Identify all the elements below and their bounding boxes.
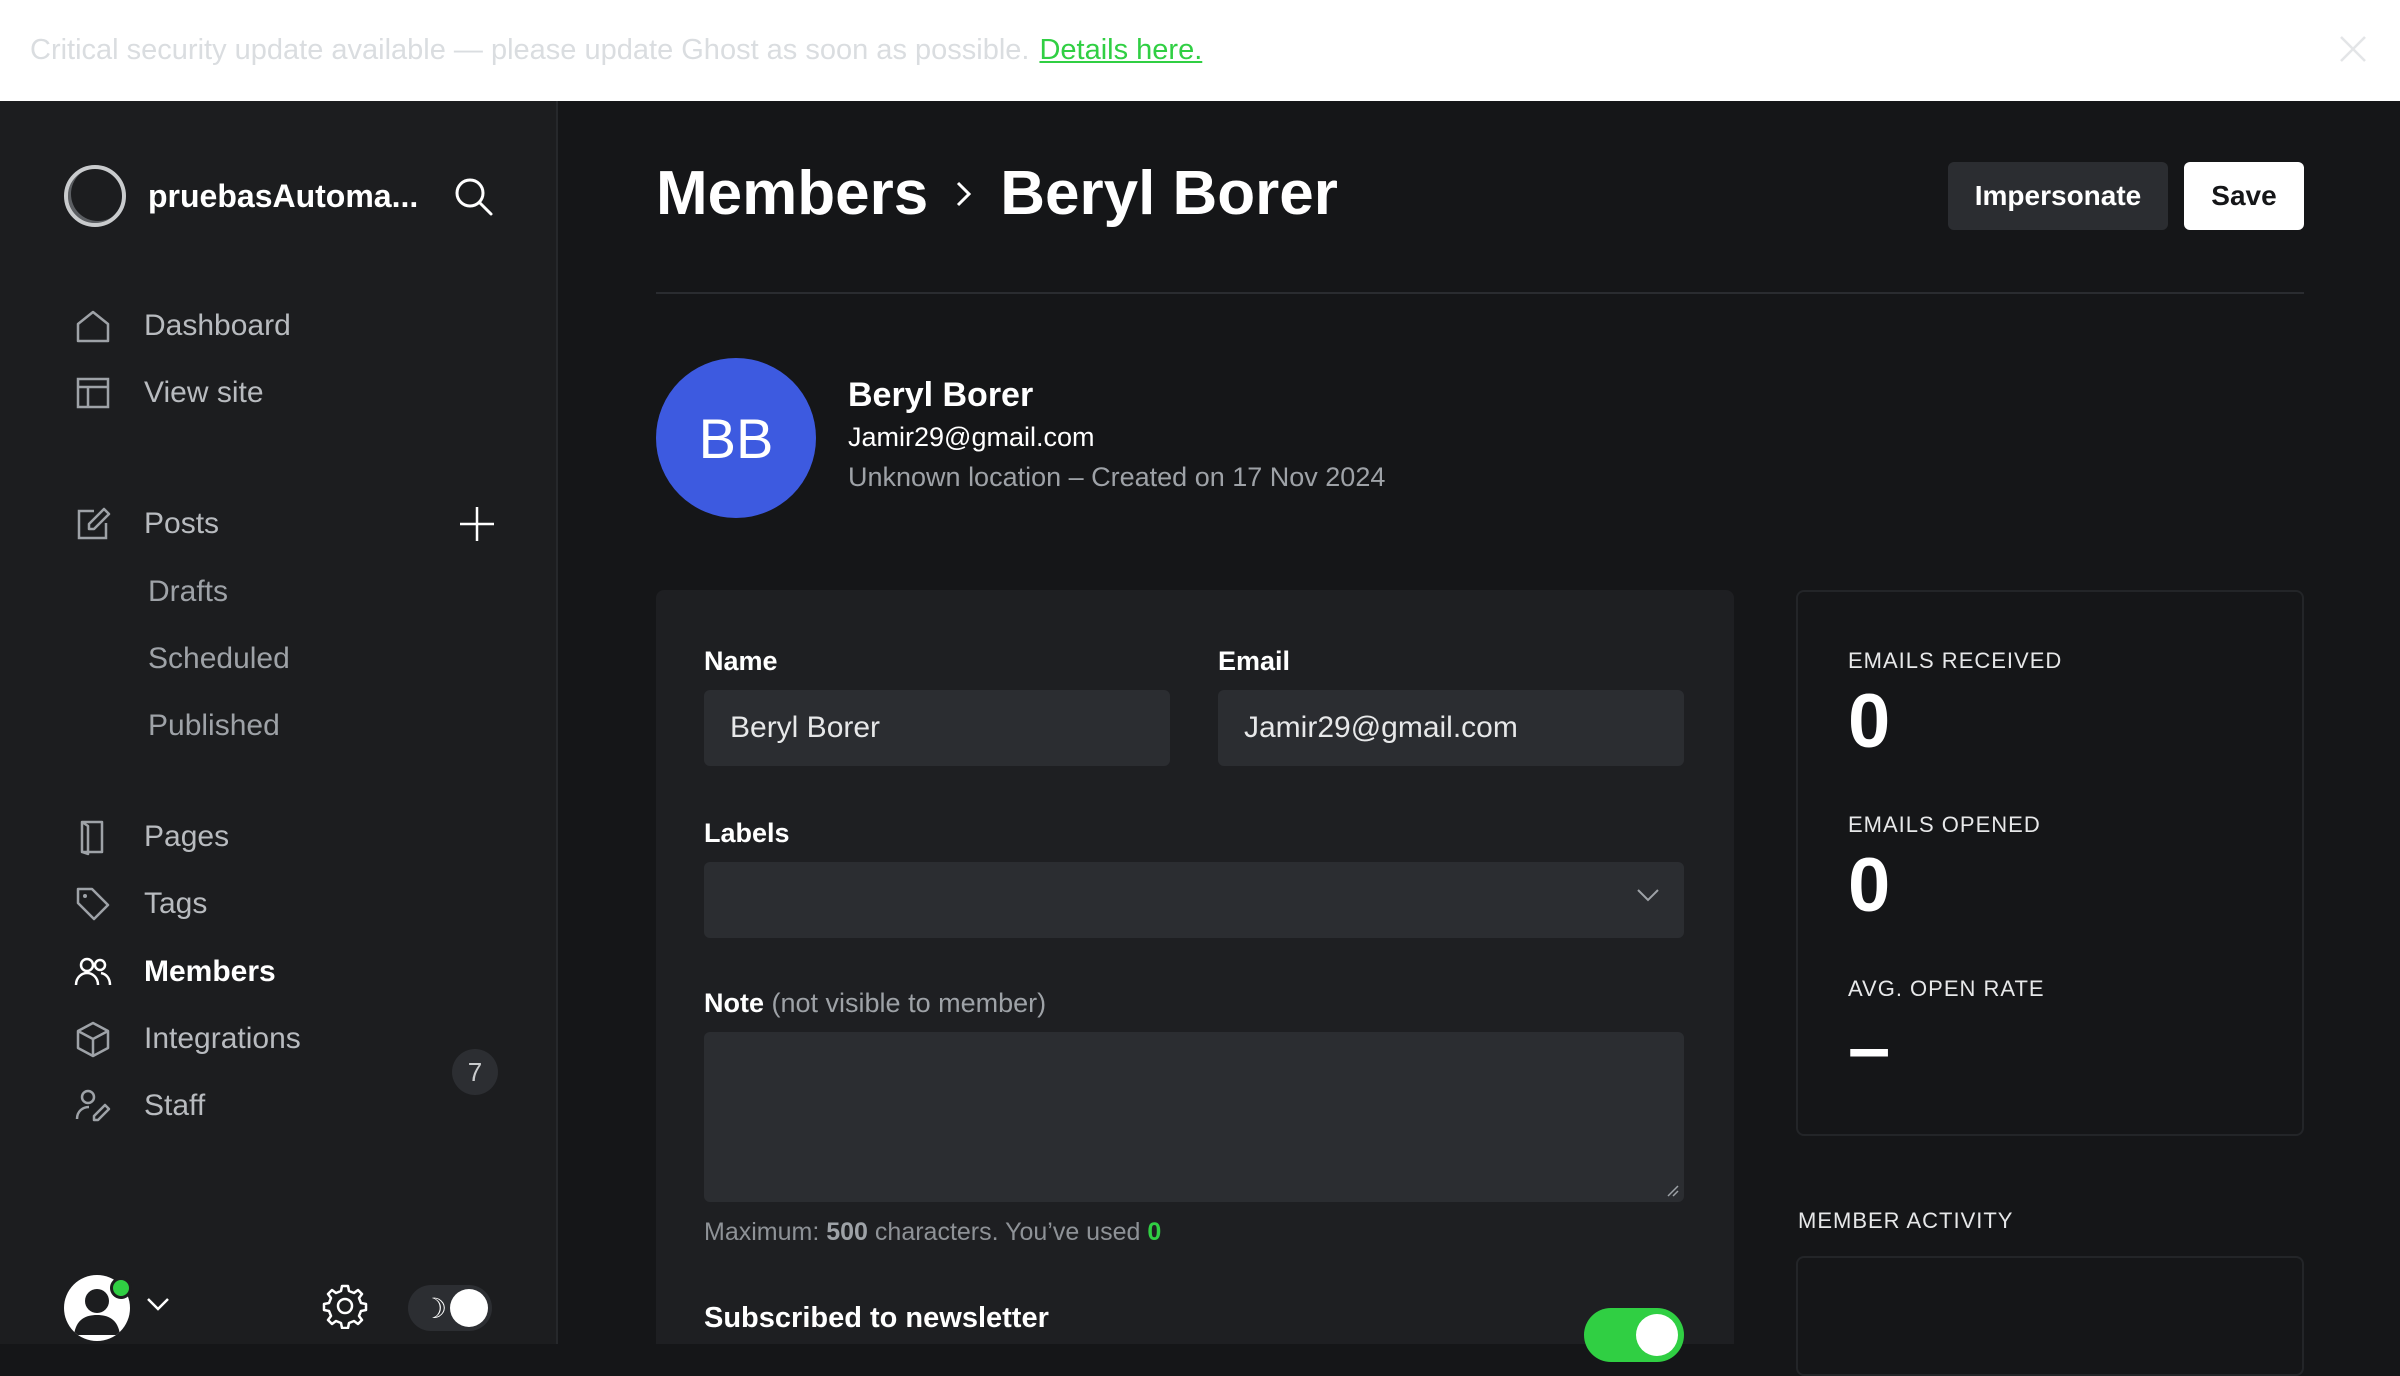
avg-open-rate-label: AVG. OPEN RATE: [1848, 976, 2045, 1001]
emails-opened-label: EMAILS OPENED: [1848, 812, 2041, 837]
sidebar-item-staff[interactable]: Staff: [74, 1081, 205, 1131]
resize-handle-icon[interactable]: [1666, 1184, 1680, 1198]
save-button[interactable]: Save: [2184, 162, 2304, 230]
member-avatar: BB: [656, 358, 816, 518]
header-divider: [656, 292, 2304, 294]
sidebar-item-label: Dashboard: [144, 309, 291, 342]
note-hint: (not visible to member): [771, 988, 1047, 1018]
member-activity-label: MEMBER ACTIVITY: [1798, 1208, 2014, 1233]
page-icon: [80, 820, 104, 856]
sidebar-item-label: View site: [144, 376, 264, 409]
email-field[interactable]: Jamir29@gmail.com: [1218, 690, 1684, 766]
sidebar-item-label: Integrations: [144, 1022, 301, 1055]
sidebar-item-label: Posts: [144, 507, 220, 540]
toggle-knob: [450, 1289, 488, 1327]
sidebar-item-label: Staff: [144, 1089, 206, 1122]
name-label: Name: [704, 646, 778, 676]
members-count-badge: 7: [452, 1049, 498, 1095]
avg-open-rate-value: –: [1848, 1005, 1891, 1090]
member-stats-panel: EMAILS RECEIVED 0 EMAILS OPENED 0 AVG. O…: [1796, 590, 2304, 1136]
tag-icon: [76, 887, 110, 921]
member-name: Beryl Borer: [848, 376, 1034, 414]
security-banner: Critical security update available — ple…: [0, 0, 2400, 101]
emails-received-label: EMAILS RECEIVED: [1848, 648, 2063, 673]
sidebar-item-dashboard[interactable]: Dashboard: [74, 301, 291, 351]
members-icon: [74, 957, 112, 986]
add-post-icon[interactable]: [458, 505, 496, 543]
impersonate-button[interactable]: Impersonate: [1948, 162, 2168, 230]
counter-max: 500: [826, 1218, 868, 1246]
box-icon: [76, 1021, 110, 1058]
email-label: Email: [1218, 646, 1291, 676]
sidebar-item-label: Tags: [144, 887, 208, 920]
edit-icon: [77, 507, 111, 540]
site-name: pruebasAutoma...: [148, 177, 419, 214]
emails-opened-value: 0: [1848, 843, 1891, 928]
note-character-counter: Maximum: 500 characters. You’ve used 0: [704, 1218, 1161, 1247]
sidebar-item-label: Pages: [144, 820, 230, 853]
chevron-right-icon: [957, 181, 972, 206]
counter-mid: characters. You’ve used: [874, 1218, 1141, 1246]
site-logo: [64, 165, 126, 227]
breadcrumb-chevron: [954, 177, 974, 211]
newsletter-toggle[interactable]: [1584, 1308, 1684, 1362]
sidebar: pruebasAutoma... Dashboard View site Pos…: [0, 101, 558, 1344]
breadcrumb-members[interactable]: Members: [656, 158, 928, 229]
sidebar-item-drafts[interactable]: Drafts: [148, 575, 228, 609]
page-title: Members Beryl Borer: [656, 158, 1338, 229]
member-activity-panel: [1796, 1256, 2304, 1376]
counter-used: 0: [1147, 1218, 1162, 1246]
close-icon[interactable]: [2336, 32, 2370, 66]
sidebar-item-published[interactable]: Published: [148, 709, 280, 743]
staff-icon: [75, 1089, 111, 1122]
layout-icon: [76, 377, 110, 409]
member-form-card: Name Beryl Borer Email Jamir29@gmail.com…: [656, 590, 1734, 1362]
online-status-dot: [110, 1277, 132, 1299]
labels-label: Labels: [704, 818, 790, 848]
sidebar-item-integrations[interactable]: Integrations: [74, 1014, 301, 1064]
member-email: Jamir29@gmail.com: [848, 422, 1095, 452]
breadcrumb-current: Beryl Borer: [1000, 159, 1338, 228]
toggle-knob: [1636, 1314, 1678, 1356]
sidebar-item-label: Members: [144, 955, 276, 988]
search-icon[interactable]: [452, 175, 494, 217]
note-textarea[interactable]: [704, 1032, 1684, 1202]
sidebar-item-posts[interactable]: Posts: [74, 499, 219, 549]
gear-icon[interactable]: [322, 1283, 368, 1329]
site-brand[interactable]: pruebasAutoma...: [64, 165, 418, 227]
dark-mode-toggle[interactable]: ☽: [408, 1285, 492, 1331]
banner-details-link[interactable]: Details here.: [1039, 34, 1202, 67]
banner-text: Critical security update available — ple…: [30, 34, 1030, 66]
chevron-down-icon[interactable]: [146, 1297, 170, 1311]
moon-icon: ☽: [422, 1293, 448, 1324]
newsletter-label: Subscribed to newsletter: [704, 1302, 1049, 1334]
sidebar-item-view-site[interactable]: View site: [74, 368, 264, 418]
sidebar-item-members[interactable]: Members: [74, 947, 276, 997]
emails-received-value: 0: [1848, 679, 1891, 764]
member-meta: Unknown location – Created on 17 Nov 202…: [848, 462, 1386, 492]
name-field[interactable]: Beryl Borer: [704, 690, 1170, 766]
sidebar-item-scheduled[interactable]: Scheduled: [148, 642, 290, 676]
note-label-text: Note: [704, 988, 764, 1018]
chevron-down-icon: [1637, 889, 1659, 902]
labels-select[interactable]: [704, 862, 1684, 938]
note-label: Note (not visible to member): [704, 988, 1046, 1019]
home-icon: [76, 310, 110, 343]
sidebar-item-tags[interactable]: Tags: [74, 879, 207, 929]
counter-prefix: Maximum:: [704, 1218, 820, 1246]
sidebar-item-pages[interactable]: Pages: [74, 812, 229, 862]
